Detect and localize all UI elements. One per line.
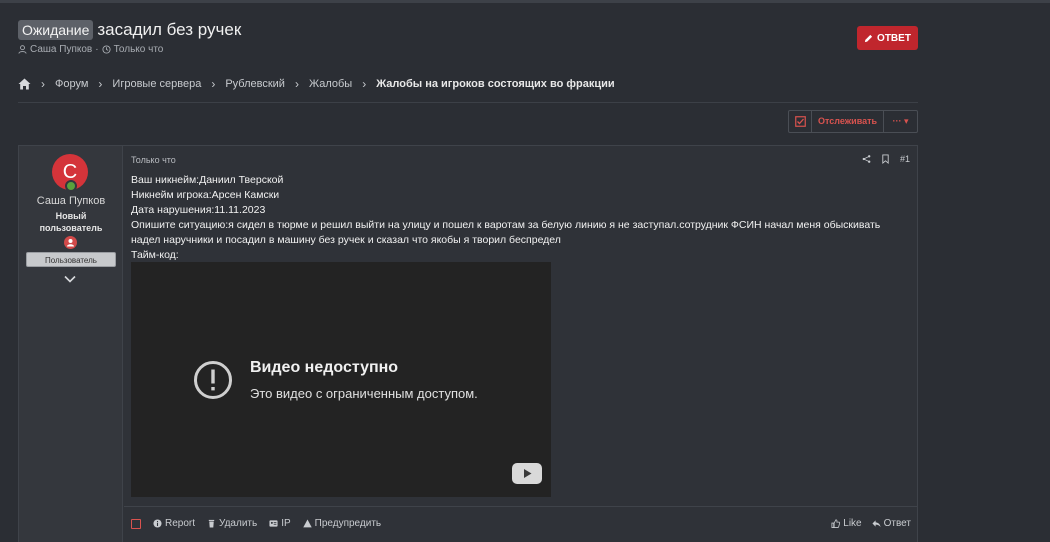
post-line: Опишите ситуацию:я сидел в тюрме и решил…: [131, 219, 881, 231]
breadcrumb-current[interactable]: Жалобы на игроков состоящих во фракции: [376, 78, 614, 90]
thread-header: Ожидание засадил без ручек: [18, 20, 241, 40]
header-divider: [18, 102, 918, 103]
chevron-down-icon[interactable]: [63, 274, 77, 284]
post-line: Дата нарушения:11.11.2023: [131, 204, 266, 216]
more-options-label: ···: [892, 116, 902, 126]
post-reply-button[interactable]: Ответ: [872, 518, 911, 529]
clock-icon: [102, 45, 111, 54]
chevron-right-icon: ›: [41, 77, 45, 91]
like-label: Like: [843, 518, 862, 529]
reply-button[interactable]: ОТВЕТ: [857, 26, 918, 50]
warn-label: Предупредить: [314, 518, 382, 529]
post-number[interactable]: #1: [900, 154, 910, 164]
online-status-icon: [65, 180, 77, 192]
video-unavailable-title: Видео недоступно: [250, 359, 399, 376]
user-role-icon: [64, 236, 77, 249]
thread-time[interactable]: Только что: [114, 44, 164, 55]
post-line: Ваш никнейм:Даниил Тверской: [131, 174, 284, 186]
trash-icon: [208, 519, 215, 528]
like-button[interactable]: Like: [831, 518, 862, 529]
video-unavailable-subtitle: Это видео с ограниченным доступом.: [250, 386, 478, 401]
chevron-right-icon: ›: [362, 77, 367, 91]
select-post-checkbox[interactable]: [131, 518, 141, 529]
bookmark-icon[interactable]: [881, 154, 890, 164]
post: С Саша Пупков Новый пользователь Пользов…: [18, 145, 918, 542]
delete-label: Удалить: [219, 518, 258, 529]
breadcrumb-item[interactable]: Рублевский: [225, 78, 285, 90]
reply-icon: [872, 520, 881, 528]
breadcrumb-item[interactable]: Игровые сервера: [112, 78, 201, 90]
thumbs-up-icon: [831, 519, 841, 528]
pencil-icon: [864, 34, 873, 42]
post-reply-label: Ответ: [883, 518, 911, 529]
delete-button[interactable]: Удалить: [207, 518, 257, 529]
more-options-button[interactable]: ··· ▾: [884, 116, 917, 127]
warn-button[interactable]: Предупредить: [302, 518, 382, 529]
post-footer-right: Like Ответ: [831, 518, 911, 529]
thread-meta: Саша Пупков · Только что: [18, 44, 163, 55]
video-embed[interactable]: Видео недоступно Это видео с ограниченны…: [131, 262, 551, 497]
thread-author[interactable]: Саша Пупков: [30, 44, 92, 55]
youtube-logo-icon[interactable]: [512, 463, 542, 484]
chevron-right-icon: ›: [98, 77, 103, 91]
post-user-column: С Саша Пупков Новый пользователь Пользов…: [19, 146, 123, 542]
id-card-icon: [269, 520, 278, 527]
top-border: [0, 0, 1050, 3]
post-username[interactable]: Саша Пупков: [19, 195, 123, 207]
post-line: надел наручники и посадил в машину без р…: [131, 234, 561, 246]
post-footer: Report Удалить IP Предупредить Like Отве…: [131, 518, 911, 529]
info-icon: [153, 519, 162, 528]
post-actions-top: #1: [862, 154, 910, 164]
share-icon[interactable]: [862, 154, 871, 164]
meta-separator: ·: [95, 44, 99, 55]
watch-button[interactable]: Отслеживать: [812, 111, 885, 132]
user-icon: [18, 45, 27, 54]
chevron-right-icon: ›: [211, 77, 216, 91]
watch-checkbox[interactable]: [789, 111, 812, 132]
report-label: Report: [165, 518, 196, 529]
user-title-line1: Новый: [55, 211, 87, 221]
post-line: Никнейм игрока:Арсен Камски: [131, 189, 280, 201]
breadcrumb: › Форум › Игровые сервера › Рублевский ›…: [18, 77, 615, 91]
usergroup-badge: Пользователь: [26, 252, 116, 267]
post-content: Только что #1 Ваш никнейм:Даниил Тверско…: [124, 146, 917, 542]
home-icon[interactable]: [18, 78, 31, 90]
status-badge[interactable]: Ожидание: [18, 20, 94, 40]
reply-button-label: ОТВЕТ: [877, 32, 911, 44]
report-button[interactable]: Report: [153, 518, 195, 529]
breadcrumb-item[interactable]: Жалобы: [309, 78, 352, 90]
chevron-right-icon: ›: [294, 77, 299, 91]
post-line: Тайм-код:: [131, 249, 179, 261]
alert-icon: [193, 360, 233, 400]
user-title: Новый пользователь: [19, 210, 123, 234]
page-title: засадил без ручек: [97, 20, 242, 39]
ip-label: IP: [281, 518, 291, 529]
post-date[interactable]: Только что: [131, 155, 176, 165]
post-body: Ваш никнейм:Даниил Тверской Никнейм игро…: [131, 173, 911, 263]
ip-button[interactable]: IP: [269, 518, 291, 529]
watch-controls: Отслеживать ··· ▾: [788, 110, 918, 133]
footer-divider: [124, 506, 917, 507]
warning-icon: [302, 519, 312, 528]
user-title-line2: пользователь: [39, 223, 103, 233]
checkbox-icon: [794, 116, 806, 127]
post-footer-left: Report Удалить IP Предупредить: [131, 518, 381, 529]
breadcrumb-item[interactable]: Форум: [55, 78, 88, 90]
